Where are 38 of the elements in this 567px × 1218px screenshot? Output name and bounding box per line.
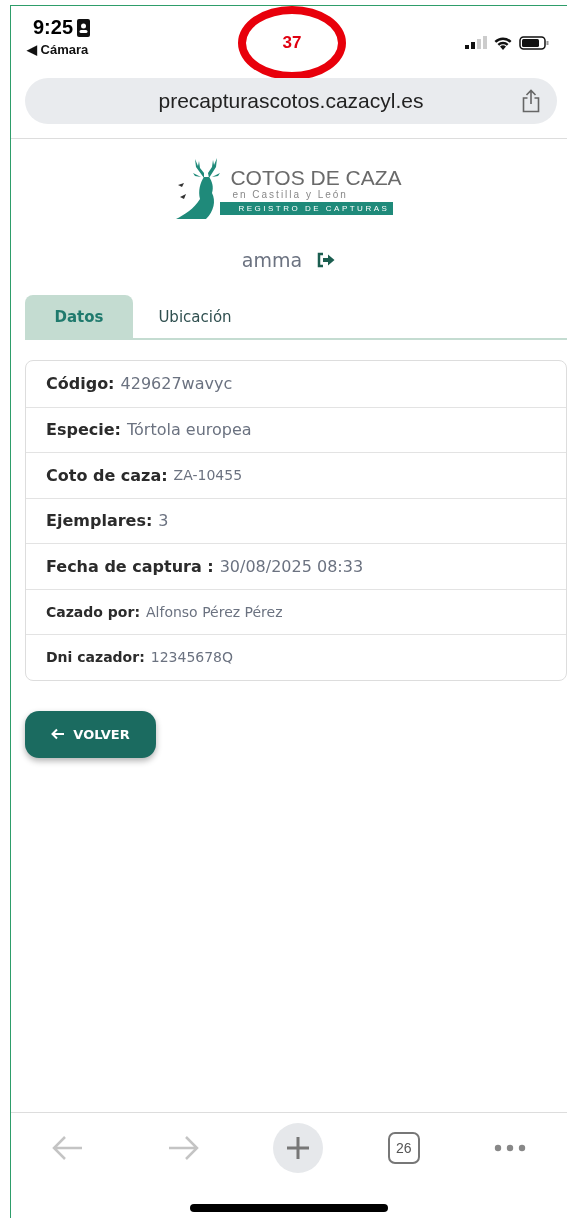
address-bar[interactable]: precapturascotos.cazacyl.es — [25, 78, 557, 124]
logo-subtitle: en Castilla y León — [232, 189, 348, 200]
field-value: 12345678Q — [150, 649, 234, 666]
wifi-icon — [493, 36, 513, 50]
field-label: Ejemplares: — [46, 511, 153, 531]
field-value: 3 — [158, 511, 169, 531]
more-icon — [493, 1144, 526, 1152]
share-icon[interactable] — [521, 89, 541, 113]
field-value: Alfonso Pérez Pérez — [146, 603, 283, 620]
plus-icon — [286, 1136, 310, 1160]
logo-banner: REGISTRO DE CAPTURAS — [220, 202, 394, 215]
tab[interactable]: Ubicación — [141, 295, 249, 338]
back-button[interactable]: VOLVER — [25, 710, 156, 758]
field-value: ZA-10455 — [173, 467, 243, 484]
arrow-right-icon — [167, 1135, 200, 1161]
arrow-left-icon — [51, 728, 66, 740]
annotation-number: 37 — [282, 33, 302, 53]
id-card-icon — [77, 18, 91, 37]
field-label: Fecha de captura : — [46, 556, 214, 576]
field-value: 30/08/2025 08:33 — [219, 556, 364, 576]
battery-icon — [519, 36, 549, 50]
new-tab-button[interactable] — [273, 1123, 323, 1173]
field-label: Dni cazador: — [46, 649, 145, 666]
field-label: Especie: — [46, 420, 121, 440]
field-label: Coto de caza: — [46, 465, 168, 485]
tab-count-button[interactable]: 26 — [387, 1132, 420, 1164]
user-name: amma — [241, 249, 303, 271]
field-value: Tórtola europea — [127, 420, 252, 440]
field-value: 429627wavyc — [120, 374, 233, 394]
clock-time: 9:25 — [33, 16, 74, 39]
logo-title: COTOS DE CAZA — [230, 167, 402, 189]
back-to-app-link[interactable]: ◀ Cámara — [27, 42, 91, 57]
logout-icon[interactable] — [316, 252, 337, 268]
signal-icon — [465, 36, 487, 49]
arrow-left-icon — [52, 1135, 85, 1161]
field-label: Código: — [46, 374, 115, 394]
field-label: Cazado por: — [46, 603, 140, 620]
tab[interactable]: Datos — [25, 295, 133, 338]
